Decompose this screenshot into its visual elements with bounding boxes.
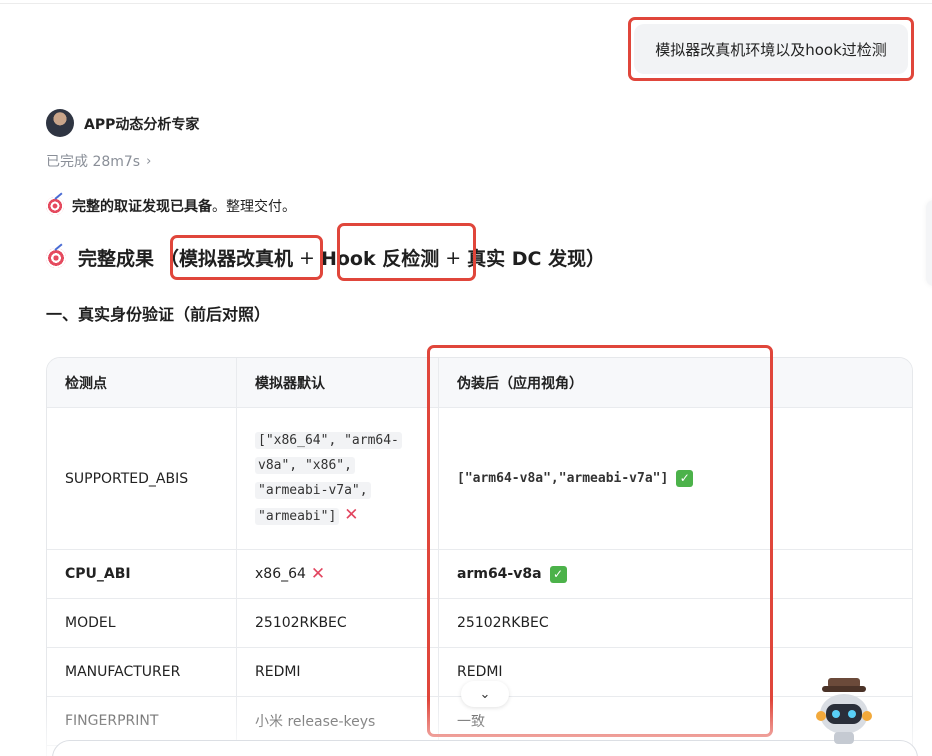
cross-mark-icon: ✕ [344, 505, 359, 525]
table-header-cell: 模拟器默认 [237, 358, 439, 407]
table-row: SUPPORTED_ABIS ["x86_64", "arm64- v8a", … [47, 408, 912, 550]
table-cell-point: SUPPORTED_ABIS [47, 408, 237, 549]
result-heading: 完整成果 （模拟器改真机 + Hook 反检测 + 真实 DC 发现） [46, 244, 605, 271]
chevron-down-icon: ⌄ [479, 686, 491, 702]
user-message-text: 模拟器改真机环境以及hook过检测 [655, 40, 887, 59]
table-cell-default: REDMI [237, 648, 439, 696]
code-text: "armeabi-v7a", [255, 482, 371, 499]
table-cell-default: ["x86_64", "arm64- v8a", "x86", "armeabi… [237, 408, 439, 549]
heading-part1: （模拟器改真机 [160, 248, 294, 270]
table-cell-text: arm64-v8a [457, 566, 542, 582]
table-cell-text: x86_64 [255, 566, 306, 582]
intro-line: 完整的取证发现已具备。整理交付。 [46, 196, 296, 216]
heading-prefix: 完整成果 [78, 248, 155, 270]
table-cell-point: CPU_ABI [47, 550, 237, 598]
heading-part3: 真实 DC 发现） [467, 248, 606, 270]
intro-rest: 。整理交付。 [212, 199, 296, 215]
code-text: ["arm64-v8a","armeabi-v7a"] [457, 471, 669, 486]
scroll-down-button[interactable]: ⌄ [461, 681, 509, 707]
cross-mark-icon: ✕ [310, 564, 326, 584]
table-cell-after: arm64-v8a ✓ [439, 550, 912, 598]
table-header-cell: 伪装后（应用视角） [457, 375, 583, 392]
top-divider [0, 3, 932, 4]
table-row: CPU_ABI x86_64 ✕ arm64-v8a ✓ [47, 550, 912, 599]
heading-plus-2: + [445, 246, 462, 269]
heading-part2: Hook 反检测 [320, 248, 440, 270]
intro-bold: 完整的取证发现已具备 [72, 199, 212, 215]
table-header-row: 检测点 模拟器默认 伪装后（应用视角） [47, 358, 912, 408]
table-header-cell: 检测点 [47, 358, 237, 407]
code-text: ["x86_64", "arm64- [255, 432, 402, 449]
check-mark-icon: ✓ [549, 565, 567, 583]
table-cell-default: 小米 release-keys [237, 697, 439, 745]
agent-status[interactable]: 已完成 28m7s › [46, 151, 151, 171]
robot-mascot-icon[interactable] [814, 676, 874, 746]
table-cell-default: 25102RKBEC [237, 599, 439, 647]
table-cell-point: MODEL [47, 599, 237, 647]
table-cell-default: x86_64 ✕ [237, 550, 439, 598]
side-panel-tab[interactable] [926, 200, 932, 286]
code-text: v8a", "x86", [255, 457, 355, 474]
chat-input-box[interactable] [52, 740, 918, 756]
code-text: "armeabi"] [255, 508, 340, 525]
user-message-bubble: 模拟器改真机环境以及hook过检测 [634, 24, 908, 74]
heading-plus-1: + [299, 246, 315, 269]
table-cell-point: MANUFACTURER [47, 648, 237, 696]
check-mark-icon: ✓ [676, 470, 694, 487]
table-cell-point: FINGERPRINT [47, 697, 237, 745]
agent-status-text: 已完成 28m7s [46, 154, 141, 170]
dart-target-icon [46, 247, 66, 268]
table-cell-after: 25102RKBEC [457, 615, 549, 631]
table-cell-after: ["arm64-v8a","armeabi-v7a"] ✓ [439, 408, 912, 549]
table-row: MODEL 25102RKBEC 25102RKBEC [47, 599, 912, 648]
dart-target-icon [46, 197, 64, 215]
agent-avatar[interactable] [46, 109, 74, 137]
chevron-right-icon: › [146, 153, 152, 169]
section-title: 一、真实身份验证（前后对照） [46, 305, 271, 324]
agent-name: APP动态分析专家 [84, 117, 200, 133]
